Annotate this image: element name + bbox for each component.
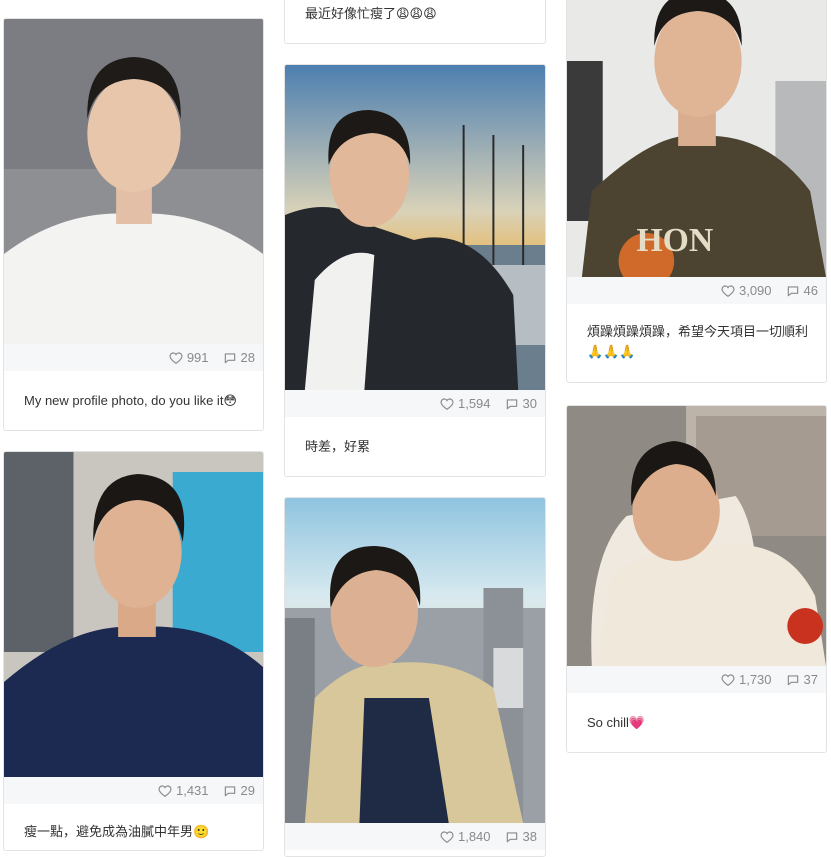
like-button[interactable]: 1,730 <box>721 672 772 687</box>
heart-icon <box>721 284 735 297</box>
post-photo[interactable] <box>285 498 545 823</box>
post-card[interactable]: 最近好像忙瘦了😩😩😩 <box>284 0 546 44</box>
post-photo[interactable] <box>285 65 545 390</box>
like-button[interactable]: 991 <box>169 350 209 365</box>
post-stats: 1,594 30 <box>285 390 545 417</box>
post-caption: So chill💗 <box>587 715 646 730</box>
heart-icon <box>169 351 183 364</box>
post-stats: 1,840 38 <box>285 823 545 850</box>
like-count: 3,090 <box>738 283 772 298</box>
comment-button[interactable]: 30 <box>505 396 537 411</box>
post-stats: 991 28 <box>4 344 263 371</box>
comment-count: 38 <box>522 829 537 844</box>
speech-bubble-icon <box>787 285 798 296</box>
post-photo[interactable]: HON <box>567 0 826 277</box>
heart-icon <box>721 673 735 686</box>
post-photo[interactable] <box>567 406 826 666</box>
post-caption: My new profile photo, do you like it😳 <box>24 393 237 408</box>
post-card[interactable]: 1,431 29 瘦一點，避免成為油膩中年男🙂 <box>3 451 264 851</box>
like-button[interactable]: 1,594 <box>440 396 491 411</box>
like-button[interactable]: 1,431 <box>158 783 209 798</box>
heart-icon <box>158 784 172 797</box>
post-stats: 1,730 37 <box>567 666 826 693</box>
comment-count: 37 <box>803 672 818 687</box>
speech-bubble-icon <box>787 674 798 685</box>
post-stats: 1,431 29 <box>4 777 263 804</box>
post-photo[interactable] <box>4 19 263 344</box>
speech-bubble-icon <box>506 398 517 409</box>
post-caption: 煩躁煩躁煩躁，希望今天項目一切順利🙏🙏🙏 <box>587 324 809 359</box>
post-caption: 最近好像忙瘦了😩😩😩 <box>305 6 437 21</box>
comment-button[interactable]: 46 <box>786 283 818 298</box>
svg-text:HON: HON <box>636 222 713 259</box>
post-card[interactable]: 991 28 My new profile photo, do you like… <box>3 18 264 431</box>
comment-count: 29 <box>240 783 255 798</box>
comment-count: 46 <box>803 283 818 298</box>
comment-button[interactable]: 29 <box>223 783 255 798</box>
post-caption: 時差，好累 <box>305 439 371 454</box>
heart-icon <box>440 397 454 410</box>
like-count: 1,840 <box>457 829 491 844</box>
post-caption: 瘦一點，避免成為油膩中年男🙂 <box>24 824 210 839</box>
like-count: 1,431 <box>175 783 209 798</box>
comment-count: 28 <box>240 350 255 365</box>
post-stats: 3,090 46 <box>567 277 826 304</box>
comment-button[interactable]: 38 <box>505 829 537 844</box>
speech-bubble-icon <box>224 785 235 796</box>
speech-bubble-icon <box>224 352 235 363</box>
post-card[interactable]: 1,730 37 So chill💗 <box>566 405 827 753</box>
post-photo[interactable] <box>4 452 263 777</box>
post-card[interactable]: HON 3,090 46 煩躁煩躁煩躁，希望今天項目一切順利🙏🙏🙏 <box>566 0 827 383</box>
comment-button[interactable]: 28 <box>223 350 255 365</box>
like-button[interactable]: 3,090 <box>721 283 772 298</box>
like-count: 1,594 <box>457 396 491 411</box>
comment-count: 30 <box>522 396 537 411</box>
post-card[interactable]: 1,840 38 <box>284 497 546 857</box>
like-button[interactable]: 1,840 <box>440 829 491 844</box>
post-card[interactable]: 1,594 30 時差，好累 <box>284 64 546 477</box>
comment-button[interactable]: 37 <box>786 672 818 687</box>
like-count: 1,730 <box>738 672 772 687</box>
like-count: 991 <box>186 350 209 365</box>
